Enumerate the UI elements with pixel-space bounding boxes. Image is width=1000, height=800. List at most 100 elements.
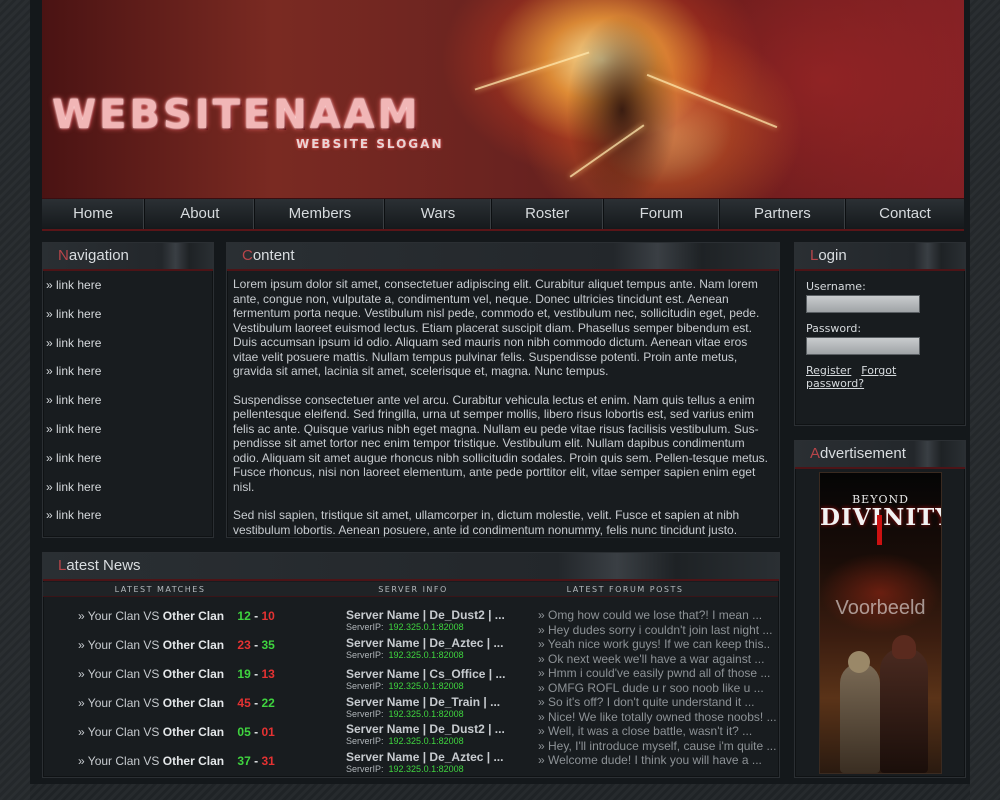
password-label: Password: [806,322,862,335]
server-entry[interactable]: Server Name | De_Train | ... ServerIP: 19… [346,696,500,720]
menu-roster[interactable]: Roster [492,199,604,229]
menu-partners[interactable]: Partners [720,199,846,229]
nav-link[interactable]: » link here [46,505,213,534]
forum-post-link[interactable]: » Yeah nice work guys! If we can keep th… [538,637,770,651]
heading-text: ontent [252,247,295,264]
content-panel: Content Lorem ipsum dolor sit amet, cons… [226,242,780,538]
server-ip-label: ServerIP: [346,736,384,746]
match-score-us: 23 [237,638,251,652]
menu-about[interactable]: About [145,199,256,229]
nav-link[interactable]: » link here [46,419,213,448]
heading-text: avigation [68,247,129,264]
match-row[interactable]: » Your Clan VS Other Clan 05 - 01 [78,725,275,739]
login-form: Username: Password: Register Forgot passw… [795,271,965,390]
match-row[interactable]: » Your Clan VS Other Clan 23 - 35 [78,638,275,652]
match-teams: » Your Clan VS [78,609,163,623]
server-entry[interactable]: Server Name | De_Dust2 | ... ServerIP: 19… [346,609,505,633]
match-teams: » Your Clan VS [78,754,163,768]
menu-members[interactable]: Members [255,199,386,229]
forum-post-link[interactable]: » So it's off? I don't quite understand … [538,695,755,709]
content-body: Lorem ipsum dolor sit amet, consectetuer… [227,271,779,537]
navigation-heading: Navigation [43,243,213,271]
match-score-them: 01 [261,725,275,739]
nav-link[interactable]: » link here [46,333,213,362]
username-input[interactable] [806,295,920,313]
site-title[interactable]: WEBSITENAAM [52,92,420,138]
nav-link[interactable]: » link here [46,390,213,419]
nav-link[interactable]: » link here [46,448,213,477]
match-row[interactable]: » Your Clan VS Other Clan 45 - 22 [78,696,275,710]
banner-figure [522,0,722,198]
nav-link[interactable]: » link here [46,304,213,333]
match-row[interactable]: » Your Clan VS Other Clan 37 - 31 [78,754,275,768]
match-opponent: Other Clan [162,667,225,681]
match-opponent: Other Clan [162,638,225,652]
server-ip-label: ServerIP: [346,709,384,719]
content-paragraph: Lorem ipsum dolor sit amet, consectetuer… [233,277,760,378]
ad-knight-figure [840,663,880,773]
match-opponent: Other Clan [162,696,225,710]
background-strip-left [0,0,30,800]
content-paragraph: Suspendisse consectetuer ante vel arcu. … [233,392,768,494]
menu-forum[interactable]: Forum [604,199,720,229]
server-info-header: SERVER INFO [378,585,448,594]
match-opponent: Other Clan [162,754,225,768]
server-ip-label: ServerIP: [346,622,384,632]
match-teams: » Your Clan VS [78,667,163,681]
match-row[interactable]: » Your Clan VS Other Clan 12 - 10 [78,609,275,623]
server-ip-label: ServerIP: [346,650,384,660]
password-input[interactable] [806,337,920,355]
navigation-list: » link here » link here » link here » li… [43,271,213,534]
nav-link[interactable]: » link here [46,361,213,390]
server-entry[interactable]: Server Name | Cs_Office | ... ServerIP: 1… [346,668,505,692]
nav-link[interactable]: » link here [46,275,213,304]
register-link[interactable]: Register [806,364,851,377]
login-links: Register Forgot password? [806,364,965,390]
forum-post-link[interactable]: » Welcome dude! I think you will have a … [538,753,762,767]
latest-news-heading: Latest News [43,553,779,581]
content-heading: Content [227,243,779,271]
match-score-them: 31 [261,754,275,768]
site-slogan: WEBSITE SLOGAN [296,137,444,151]
match-opponent: Other Clan [162,609,225,623]
server-ip: 192.325.0.1:82008 [388,709,464,719]
nav-link[interactable]: » link here [46,477,213,506]
match-score-us: 12 [237,609,251,623]
forum-post-link[interactable]: » Hey, I'll introduce myself, cause i'm … [538,739,776,753]
login-heading: Login [795,243,965,271]
navigation-panel: Navigation » link here » link here » lin… [42,242,214,538]
advertisement-banner[interactable]: BEYOND DIVINITY Voorbeeld [819,472,942,774]
forum-post-link[interactable]: » Hey dudes sorry i couldn't join last n… [538,623,772,637]
forum-post-link[interactable]: » Omg how could we lose that?! I mean ..… [538,608,762,622]
server-ip-label: ServerIP: [346,681,384,691]
menu-contact[interactable]: Contact [846,199,964,229]
match-opponent: Other Clan [162,725,225,739]
server-entry[interactable]: Server Name | De_Dust2 | ... ServerIP: 19… [346,723,505,747]
forum-post-link[interactable]: » Ok next week we'll have a war against … [538,652,764,666]
match-score-us: 05 [237,725,251,739]
server-ip: 192.325.0.1:82008 [388,681,464,691]
latest-matches-header: LATEST MATCHES [114,585,206,594]
forum-post-link[interactable]: » Well, it was a close battle, wasn't it… [538,724,752,738]
ad-helmet-icon [892,635,916,659]
match-teams: » Your Clan VS [78,725,163,739]
heading-text: dvertisement [820,445,906,462]
advertisement-heading: Advertisement [795,441,965,469]
server-name: Server Name | De_Dust2 | ... [346,608,505,622]
forum-post-link[interactable]: » Nice! We like totally owned those noob… [538,710,777,724]
match-row[interactable]: » Your Clan VS Other Clan 19 - 13 [78,667,275,681]
background-strip-right [970,0,1000,800]
menu-home[interactable]: Home [42,199,146,229]
match-score-us: 45 [237,696,251,710]
server-entry[interactable]: Server Name | De_Aztec | ... ServerIP: 19… [346,637,503,661]
match-score-us: 37 [237,754,251,768]
forum-post-link[interactable]: » Hmm i could've easily pwnd all of thos… [538,666,770,680]
forum-post-link[interactable]: » OMFG ROFL dude u r soo noob like u ... [538,681,764,695]
match-score-us: 19 [237,667,251,681]
ad-helmet-icon [848,651,870,673]
heading-text: atest News [66,557,141,574]
match-teams: » Your Clan VS [78,638,163,652]
menu-wars[interactable]: Wars [385,199,492,229]
server-entry[interactable]: Server Name | De_Aztec | ... ServerIP: 19… [346,751,503,775]
match-teams: » Your Clan VS [78,696,163,710]
